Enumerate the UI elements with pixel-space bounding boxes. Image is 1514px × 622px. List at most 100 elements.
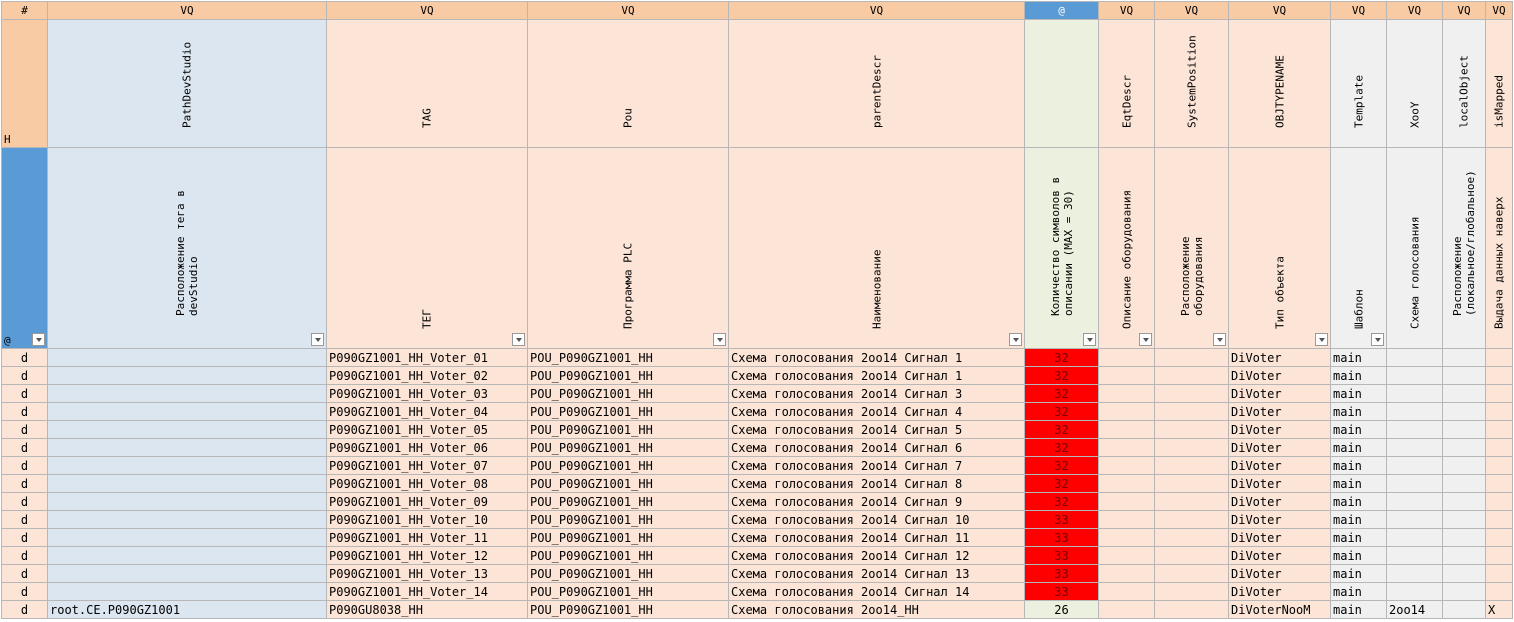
- cell-eqt[interactable]: [1098, 492, 1155, 511]
- cell-xooy[interactable]: [1386, 474, 1443, 493]
- cell-local[interactable]: [1442, 492, 1486, 511]
- cell-template[interactable]: main: [1330, 564, 1387, 583]
- cell-path[interactable]: [47, 456, 327, 475]
- cell-path[interactable]: [47, 384, 327, 403]
- cell-eqt[interactable]: [1098, 366, 1155, 385]
- cell-eqt[interactable]: [1098, 438, 1155, 457]
- cell-count[interactable]: 32: [1024, 402, 1099, 421]
- cell-tag[interactable]: P090GZ1001_HH_Voter_08: [326, 474, 528, 493]
- cell-syspos[interactable]: [1154, 366, 1229, 385]
- cell-eqt[interactable]: [1098, 348, 1155, 367]
- cell-template[interactable]: main: [1330, 600, 1387, 619]
- cell-count[interactable]: 32: [1024, 420, 1099, 439]
- cell-pou[interactable]: POU_P090GZ1001_HH: [527, 528, 729, 547]
- cell-descr[interactable]: Схема голосования 2oo14 Сигнал 12: [728, 546, 1025, 565]
- cell-local[interactable]: [1442, 420, 1486, 439]
- cell-syspos[interactable]: [1154, 564, 1229, 583]
- cell-xooy[interactable]: [1386, 366, 1443, 385]
- cell-xooy[interactable]: [1386, 582, 1443, 601]
- cell-local[interactable]: [1442, 438, 1486, 457]
- cell-count[interactable]: 33: [1024, 564, 1099, 583]
- cell-flag[interactable]: d: [1, 438, 48, 457]
- cell-mapped[interactable]: X: [1485, 600, 1513, 619]
- cell-path[interactable]: [47, 510, 327, 529]
- cell-local[interactable]: [1442, 366, 1486, 385]
- cell-path[interactable]: [47, 402, 327, 421]
- cell-tag[interactable]: P090GZ1001_HH_Voter_05: [326, 420, 528, 439]
- cell-xooy[interactable]: [1386, 528, 1443, 547]
- filter-dropdown-button[interactable]: [1139, 333, 1152, 346]
- cell-tag[interactable]: P090GZ1001_HH_Voter_07: [326, 456, 528, 475]
- cell-xooy[interactable]: [1386, 402, 1443, 421]
- cell-syspos[interactable]: [1154, 456, 1229, 475]
- cell-eqt[interactable]: [1098, 510, 1155, 529]
- cell-pou[interactable]: POU_P090GZ1001_HH: [527, 366, 729, 385]
- cell-template[interactable]: main: [1330, 366, 1387, 385]
- cell-flag[interactable]: d: [1, 492, 48, 511]
- cell-descr[interactable]: Схема голосования 2oo14 Сигнал 1: [728, 348, 1025, 367]
- cell-template[interactable]: main: [1330, 438, 1387, 457]
- cell-path[interactable]: [47, 420, 327, 439]
- cell-xooy[interactable]: 2oo14: [1386, 600, 1443, 619]
- cell-syspos[interactable]: [1154, 474, 1229, 493]
- cell-eqt[interactable]: [1098, 456, 1155, 475]
- cell-syspos[interactable]: [1154, 420, 1229, 439]
- cell-xooy[interactable]: [1386, 438, 1443, 457]
- cell-flag[interactable]: d: [1, 366, 48, 385]
- cell-eqt[interactable]: [1098, 420, 1155, 439]
- cell-objtype[interactable]: DiVoter: [1228, 528, 1331, 547]
- cell-objtype[interactable]: DiVoter: [1228, 456, 1331, 475]
- cell-xooy[interactable]: [1386, 546, 1443, 565]
- cell-tag[interactable]: P090GU8038_HH: [326, 600, 528, 619]
- cell-pou[interactable]: POU_P090GZ1001_HH: [527, 582, 729, 601]
- cell-template[interactable]: main: [1330, 528, 1387, 547]
- cell-template[interactable]: main: [1330, 456, 1387, 475]
- cell-count[interactable]: 26: [1024, 600, 1099, 619]
- cell-flag[interactable]: d: [1, 546, 48, 565]
- filter-dropdown-button[interactable]: [1083, 333, 1096, 346]
- cell-path[interactable]: [47, 564, 327, 583]
- filter-dropdown-button[interactable]: [311, 333, 324, 346]
- cell-syspos[interactable]: [1154, 438, 1229, 457]
- cell-syspos[interactable]: [1154, 600, 1229, 619]
- cell-pou[interactable]: POU_P090GZ1001_HH: [527, 510, 729, 529]
- cell-pou[interactable]: POU_P090GZ1001_HH: [527, 546, 729, 565]
- cell-pou[interactable]: POU_P090GZ1001_HH: [527, 600, 729, 619]
- cell-local[interactable]: [1442, 384, 1486, 403]
- cell-eqt[interactable]: [1098, 384, 1155, 403]
- cell-mapped[interactable]: [1485, 438, 1513, 457]
- cell-count[interactable]: 32: [1024, 456, 1099, 475]
- cell-tag[interactable]: P090GZ1001_HH_Voter_13: [326, 564, 528, 583]
- cell-count[interactable]: 32: [1024, 348, 1099, 367]
- cell-objtype[interactable]: DiVoter: [1228, 402, 1331, 421]
- cell-flag[interactable]: d: [1, 510, 48, 529]
- cell-syspos[interactable]: [1154, 402, 1229, 421]
- cell-local[interactable]: [1442, 582, 1486, 601]
- cell-eqt[interactable]: [1098, 474, 1155, 493]
- cell-pou[interactable]: POU_P090GZ1001_HH: [527, 402, 729, 421]
- cell-count[interactable]: 32: [1024, 384, 1099, 403]
- cell-local[interactable]: [1442, 564, 1486, 583]
- cell-path[interactable]: [47, 492, 327, 511]
- cell-flag[interactable]: d: [1, 582, 48, 601]
- cell-descr[interactable]: Схема голосования 2oo14 Сигнал 13: [728, 564, 1025, 583]
- cell-tag[interactable]: P090GZ1001_HH_Voter_14: [326, 582, 528, 601]
- cell-template[interactable]: main: [1330, 420, 1387, 439]
- cell-count[interactable]: 33: [1024, 582, 1099, 601]
- cell-mapped[interactable]: [1485, 348, 1513, 367]
- cell-syspos[interactable]: [1154, 546, 1229, 565]
- cell-local[interactable]: [1442, 528, 1486, 547]
- cell-tag[interactable]: P090GZ1001_HH_Voter_02: [326, 366, 528, 385]
- cell-descr[interactable]: Схема голосования 2oo14 Сигнал 6: [728, 438, 1025, 457]
- cell-objtype[interactable]: DiVoter: [1228, 474, 1331, 493]
- cell-flag[interactable]: d: [1, 474, 48, 493]
- cell-mapped[interactable]: [1485, 456, 1513, 475]
- cell-eqt[interactable]: [1098, 402, 1155, 421]
- cell-local[interactable]: [1442, 474, 1486, 493]
- filter-dropdown-button[interactable]: [512, 333, 525, 346]
- cell-template[interactable]: main: [1330, 546, 1387, 565]
- cell-objtype[interactable]: DiVoter: [1228, 564, 1331, 583]
- cell-path[interactable]: [47, 366, 327, 385]
- cell-path[interactable]: [47, 546, 327, 565]
- cell-mapped[interactable]: [1485, 384, 1513, 403]
